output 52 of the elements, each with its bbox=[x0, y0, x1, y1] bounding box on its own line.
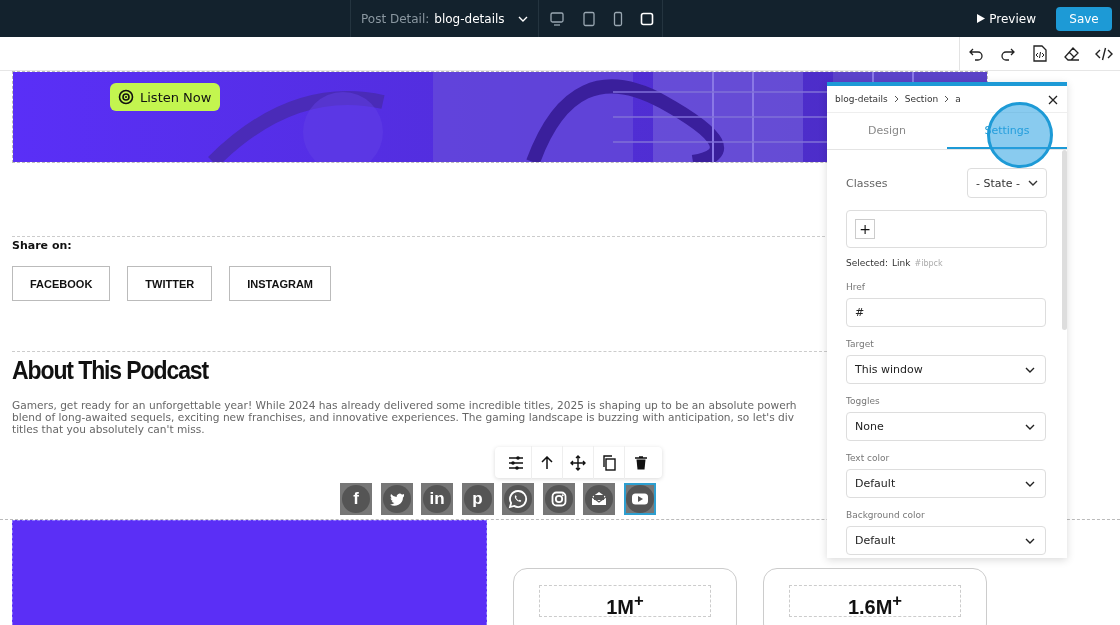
select-field[interactable]: This window bbox=[846, 355, 1046, 384]
panel-tab[interactable]: Design bbox=[827, 113, 947, 149]
share-button[interactable]: TWITTER bbox=[127, 266, 213, 301]
paragraph-line: titles that you absolutely can't miss. bbox=[12, 423, 206, 435]
selected-name: Link bbox=[892, 258, 911, 268]
share-label: Share on: bbox=[12, 238, 73, 252]
breadcrumb-item[interactable]: Section bbox=[904, 94, 939, 104]
page-name[interactable]: blog-details bbox=[434, 11, 505, 26]
stat-value: 1M$^{+}$ bbox=[539, 585, 711, 617]
selected-label: Selected: bbox=[846, 258, 889, 268]
select-field[interactable]: Default bbox=[846, 469, 1046, 498]
selected-id: #ibpck bbox=[914, 259, 943, 268]
desktop-icon[interactable] bbox=[548, 10, 565, 27]
field-label: Toggles bbox=[846, 396, 881, 407]
social-logo-icon[interactable]: f bbox=[342, 485, 370, 513]
select-field[interactable]: None bbox=[846, 412, 1046, 441]
chevron-down-icon bbox=[517, 15, 528, 22]
social-logo-icon[interactable]: in bbox=[423, 485, 451, 513]
paragraph-line: Gamers, get ready for an unforgettable year! While 2024 has already delivered some incredible titles, 2025 is shaping up to be an absolute powerh bbox=[12, 399, 798, 411]
breadcrumb-item[interactable]: a bbox=[955, 94, 961, 104]
paragraph-line: blend of long-awaited sequels, exciting new franchises, and innovative experiences. The gaming landscape is buzzing with anticipation, so let's div bbox=[12, 411, 796, 423]
share-button[interactable]: INSTAGRAM bbox=[229, 266, 332, 301]
square-icon[interactable] bbox=[639, 10, 656, 27]
preview-button[interactable]: Preview bbox=[971, 10, 1042, 27]
listen-now-button[interactable]: Listen Now bbox=[110, 83, 220, 111]
chevron-down-icon bbox=[1025, 480, 1035, 487]
field-label: Text color bbox=[846, 453, 891, 464]
page-label: Post Detail: bbox=[361, 11, 430, 26]
chevron-down-icon bbox=[1025, 366, 1035, 373]
chevron-down-icon bbox=[1025, 537, 1035, 544]
click-indicator bbox=[987, 102, 1053, 168]
chevron-right-icon bbox=[944, 95, 950, 103]
social-logo-icon[interactable]: p bbox=[463, 485, 492, 513]
share-button[interactable]: FACEBOOK bbox=[12, 266, 111, 301]
classes-label: Classes bbox=[846, 176, 888, 190]
field-label: Href bbox=[846, 282, 866, 293]
classes-field[interactable]: + bbox=[846, 210, 1047, 248]
play-icon bbox=[977, 14, 986, 23]
state-select[interactable]: - State - bbox=[967, 168, 1047, 198]
tablet-icon[interactable] bbox=[581, 10, 598, 27]
field-label: Target bbox=[846, 339, 875, 350]
field-label: Background color bbox=[846, 510, 926, 521]
chevron-down-icon bbox=[1028, 180, 1038, 186]
close-icon[interactable] bbox=[1047, 93, 1059, 105]
add-class-button[interactable]: + bbox=[855, 219, 875, 239]
chevron-down-icon bbox=[1025, 423, 1035, 430]
chevron-right-icon bbox=[893, 95, 899, 103]
stat-value: 1.6M$^{+}$ bbox=[789, 585, 961, 617]
breadcrumb-item[interactable]: blog-details bbox=[835, 94, 888, 104]
input-field[interactable]: # bbox=[846, 298, 1046, 327]
select-field[interactable]: Default bbox=[846, 526, 1046, 555]
section-heading: About This Podcast bbox=[12, 356, 210, 385]
